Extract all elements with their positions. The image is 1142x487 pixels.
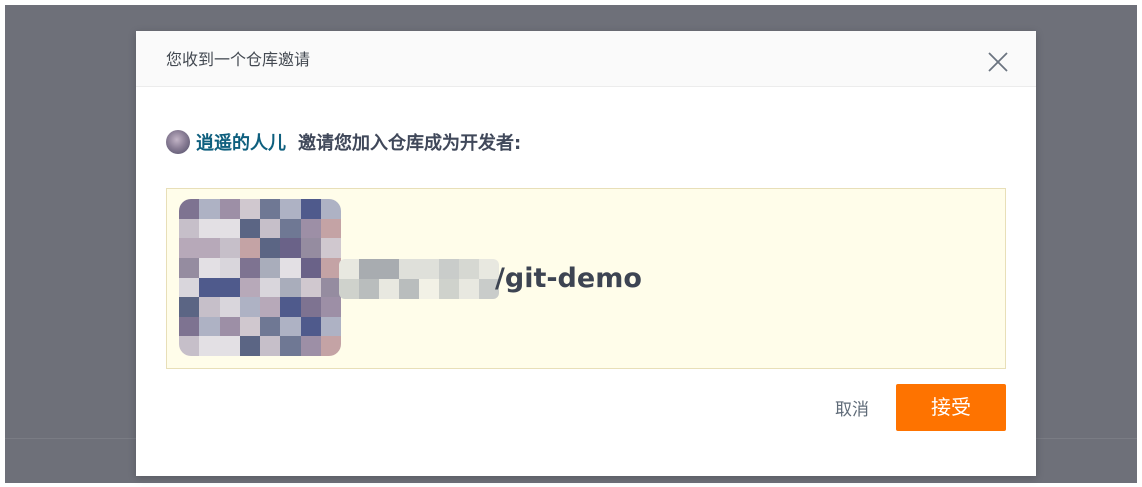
avatar-pixel xyxy=(280,199,301,219)
avatar-pixel xyxy=(320,297,341,317)
avatar-pixel xyxy=(179,316,200,337)
repo-avatar xyxy=(179,199,341,356)
avatar-pixel xyxy=(320,316,341,337)
avatar-pixel xyxy=(179,238,200,258)
avatar-pixel xyxy=(239,336,260,356)
avatar-pixel xyxy=(239,238,260,258)
avatar-pixel xyxy=(300,238,321,258)
avatar-pixel xyxy=(219,218,240,239)
redacted-pixel xyxy=(339,259,359,279)
redacted-pixel xyxy=(379,279,399,299)
avatar-pixel xyxy=(300,218,321,239)
avatar-pixel xyxy=(179,297,200,317)
avatar-pixel xyxy=(219,297,240,317)
redacted-pixel xyxy=(439,279,459,299)
avatar-pixel xyxy=(320,336,341,356)
repo-name[interactable]: /git-demo xyxy=(495,259,642,299)
avatar-pixel xyxy=(199,316,220,337)
avatar-pixel xyxy=(239,297,260,317)
avatar-pixel xyxy=(320,277,341,298)
avatar-pixel xyxy=(239,316,260,337)
avatar-pixel xyxy=(219,199,240,219)
redacted-pixel xyxy=(399,279,419,299)
redacted-pixel xyxy=(379,259,399,279)
avatar-pixel xyxy=(300,277,321,298)
avatar-pixel xyxy=(280,316,301,337)
avatar-pixel xyxy=(199,218,220,239)
avatar-pixel xyxy=(320,199,341,219)
dialog-header: 您收到一个仓库邀请 xyxy=(136,31,1036,87)
redacted-pixel xyxy=(459,259,479,279)
avatar-pixel xyxy=(320,257,341,278)
inviter-avatar[interactable] xyxy=(166,130,190,154)
avatar-pixel xyxy=(219,336,240,356)
avatar-pixel xyxy=(280,297,301,317)
avatar-pixel xyxy=(300,297,321,317)
avatar-pixel xyxy=(300,199,321,219)
avatar-pixel xyxy=(260,238,281,258)
avatar-pixel xyxy=(300,336,321,356)
avatar-pixel xyxy=(199,277,220,298)
avatar-pixel xyxy=(260,336,281,356)
cancel-button[interactable]: 取消 xyxy=(828,394,876,426)
avatar-pixel xyxy=(260,218,281,239)
redacted-pixel xyxy=(419,279,439,299)
avatar-pixel xyxy=(260,297,281,317)
avatar-pixel xyxy=(300,316,321,337)
avatar-pixel xyxy=(280,218,301,239)
avatar-pixel xyxy=(260,199,281,219)
avatar-pixel xyxy=(219,257,240,278)
avatar-pixel xyxy=(199,199,220,219)
avatar-pixel xyxy=(219,238,240,258)
avatar-pixel xyxy=(179,257,200,278)
avatar-pixel xyxy=(280,336,301,356)
avatar-pixel xyxy=(280,238,301,258)
redacted-pixel xyxy=(459,279,479,299)
avatar-pixel xyxy=(239,277,260,298)
repo-invite-dialog: 您收到一个仓库邀请 逍遥的人儿 邀请您加入仓库成为开发者: /git-demo … xyxy=(136,31,1036,476)
redacted-pixel xyxy=(439,259,459,279)
inviter-name-link[interactable]: 逍遥的人儿 xyxy=(196,129,286,155)
avatar-pixel xyxy=(239,199,260,219)
avatar-pixel xyxy=(260,316,281,337)
avatar-pixel xyxy=(199,257,220,278)
redacted-pixel xyxy=(359,259,379,279)
redacted-pixel xyxy=(419,259,439,279)
avatar-pixel xyxy=(179,277,200,298)
avatar-pixel xyxy=(260,277,281,298)
avatar-pixel xyxy=(320,238,341,258)
avatar-pixel xyxy=(300,257,321,278)
accept-button[interactable]: 接受 xyxy=(896,384,1006,431)
redacted-pixel xyxy=(339,279,359,299)
avatar-pixel xyxy=(239,257,260,278)
invite-text: 邀请您加入仓库成为开发者: xyxy=(298,133,522,154)
avatar-pixel xyxy=(179,218,200,239)
repo-owner-redacted xyxy=(339,259,499,299)
avatar-pixel xyxy=(280,277,301,298)
avatar-pixel xyxy=(320,218,341,239)
avatar-pixel xyxy=(199,238,220,258)
avatar-pixel xyxy=(179,199,200,219)
avatar-pixel xyxy=(260,257,281,278)
close-icon[interactable] xyxy=(986,50,1010,74)
avatar-pixel xyxy=(199,336,220,356)
avatar-pixel xyxy=(199,297,220,317)
avatar-pixel xyxy=(219,316,240,337)
avatar-pixel xyxy=(280,257,301,278)
avatar-pixel xyxy=(179,336,200,356)
redacted-pixel xyxy=(399,259,419,279)
redacted-pixel xyxy=(359,279,379,299)
avatar-pixel xyxy=(219,277,240,298)
dialog-title: 您收到一个仓库邀请 xyxy=(166,50,311,69)
repo-card: /git-demo xyxy=(166,188,1006,369)
invite-message: 逍遥的人儿 邀请您加入仓库成为开发者: xyxy=(166,129,521,155)
avatar-pixel xyxy=(239,218,260,239)
